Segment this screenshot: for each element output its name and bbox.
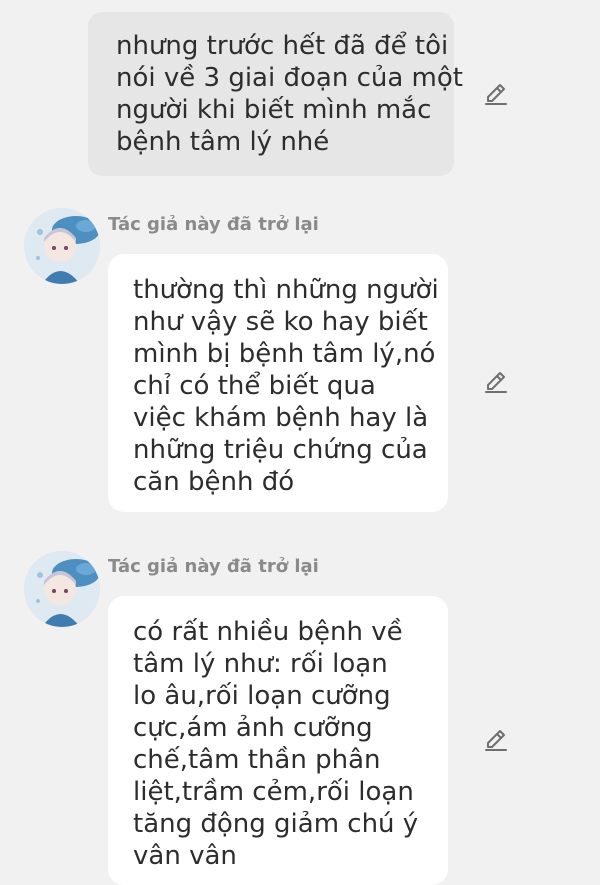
edit-message-button[interactable] bbox=[482, 80, 510, 108]
anime-avatar-icon bbox=[24, 551, 100, 627]
message-line: những triệu chứng của bbox=[133, 435, 428, 465]
message-line: cực,ám ảnh cưỡng bbox=[133, 713, 373, 743]
message-line: căn bệnh đó bbox=[133, 467, 295, 497]
pencil-icon bbox=[485, 372, 507, 393]
message-bubble-3[interactable]: có rất nhiều bệnh về tâm lý như: rối loạ… bbox=[108, 596, 448, 885]
pencil-icon bbox=[485, 730, 507, 751]
message-line: như vậy sẽ ko hay biết bbox=[133, 307, 428, 337]
message-line: nói về 3 giai đoạn của một bbox=[116, 63, 463, 93]
message-line: lo âu,rối loạn cưỡng bbox=[133, 681, 391, 711]
message-line: người khi biết mình mắc bbox=[116, 95, 432, 125]
message-line: bệnh tâm lý nhé bbox=[116, 127, 330, 157]
message-line: có rất nhiều bệnh về bbox=[133, 617, 403, 647]
author-avatar[interactable] bbox=[24, 208, 100, 284]
message-line: thường thì những người bbox=[133, 275, 439, 305]
message-line: tâm lý như: rối loạn bbox=[133, 649, 388, 679]
author-avatar[interactable] bbox=[24, 551, 100, 627]
message-line: nhưng trước hết đã để tôi bbox=[116, 31, 449, 61]
anime-avatar-icon bbox=[24, 208, 100, 284]
message-line: chỉ có thể biết qua bbox=[133, 371, 376, 401]
message-line: liệt,trầm cẻm,rối loạn bbox=[133, 777, 414, 807]
edit-message-button[interactable] bbox=[482, 726, 510, 754]
message-line: tăng động giảm chú ý bbox=[133, 809, 419, 839]
message-line: vân vân bbox=[133, 841, 237, 871]
author-label: Tác giả này đã trở lại bbox=[108, 214, 319, 235]
message-bubble-2[interactable]: thường thì những người như vậy sẽ ko hay… bbox=[108, 254, 448, 512]
message-line: chế,tâm thần phân bbox=[133, 745, 381, 775]
edit-message-button[interactable] bbox=[482, 368, 510, 396]
message-line: mình bị bệnh tâm lý,nó bbox=[133, 339, 436, 369]
author-label: Tác giả này đã trở lại bbox=[108, 556, 319, 577]
message-bubble-1[interactable]: nhưng trước hết đã để tôi nói về 3 giai … bbox=[88, 12, 463, 176]
pencil-icon bbox=[485, 84, 507, 105]
message-line: việc khám bệnh hay là bbox=[133, 403, 429, 433]
